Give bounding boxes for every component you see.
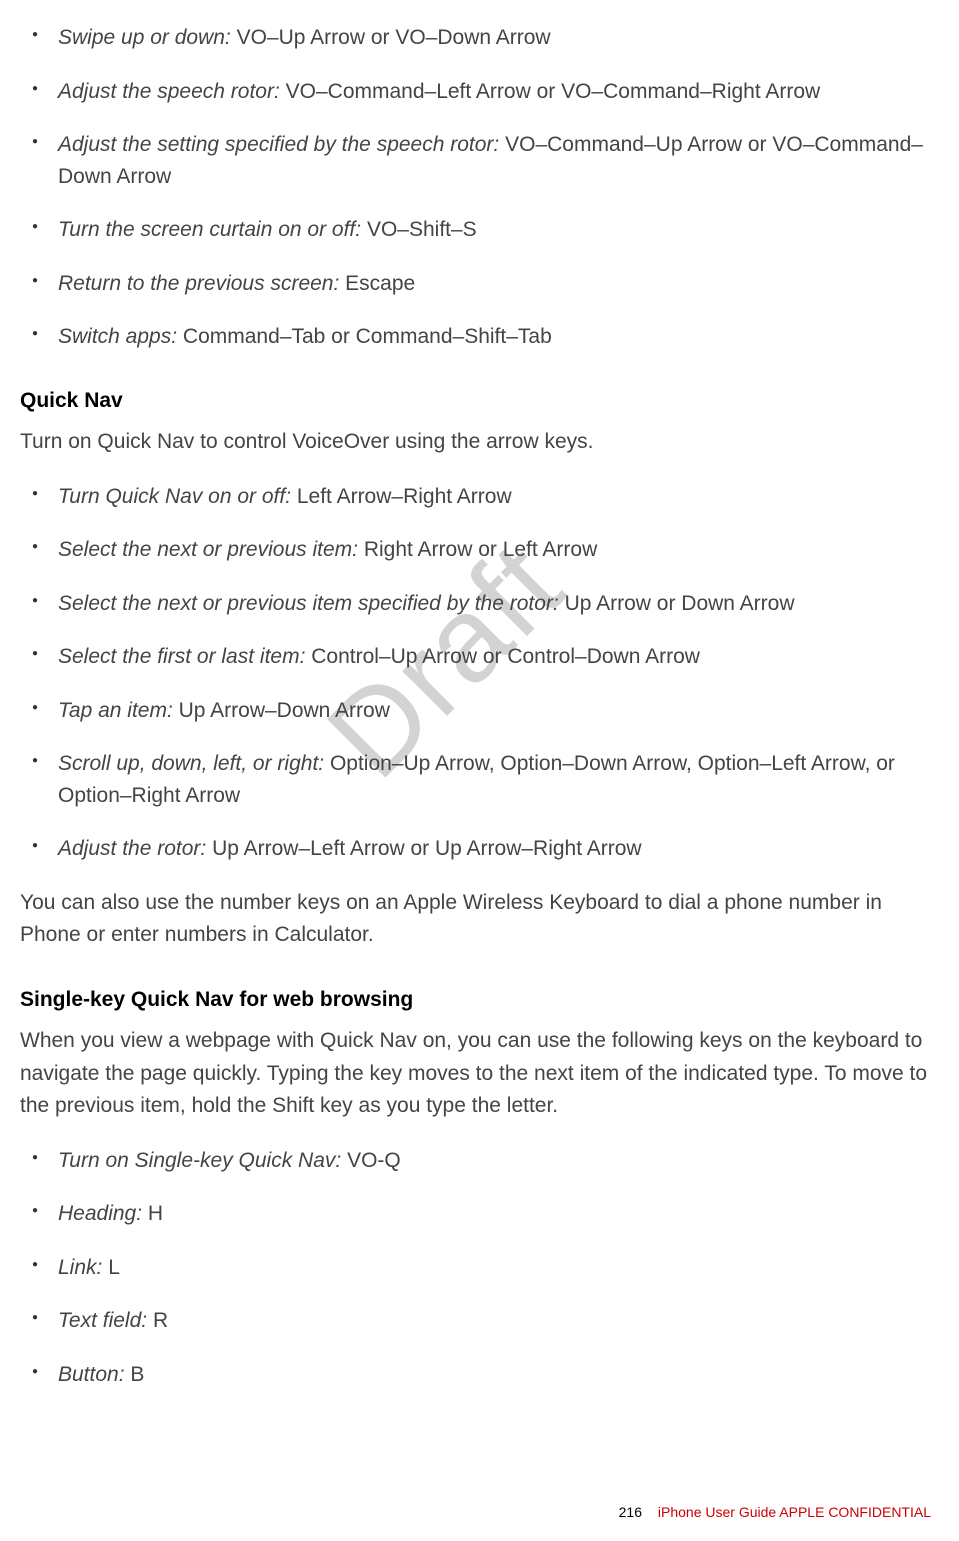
action-value: Left Arrow–Right Arrow [291,485,512,508]
action-label: Adjust the rotor: [58,837,206,860]
list-section-2: Turn on Single-key Quick Nav: VO-Q Headi… [20,1145,939,1391]
action-label: Turn on Single-key Quick Nav: [58,1149,341,1172]
action-value: L [102,1256,120,1279]
action-value: Control–Up Arrow or Control–Down Arrow [305,645,700,668]
action-value: VO–Shift–S [361,218,477,241]
action-label: Adjust the speech rotor: [58,80,280,103]
list-item: Adjust the speech rotor: VO–Command–Left… [58,76,939,108]
page-content: Swipe up or down: VO–Up Arrow or VO–Down… [20,0,939,1390]
action-label: Select the next or previous item specifi… [58,592,559,615]
action-label: Turn the screen curtain on or off: [58,218,361,241]
list-item: Turn on Single-key Quick Nav: VO-Q [58,1145,939,1177]
action-label: Swipe up or down: [58,26,231,49]
action-value: B [125,1363,145,1386]
action-value: VO–Up Arrow or VO–Down Arrow [231,26,551,49]
list-item: Select the next or previous item specifi… [58,588,939,620]
action-label: Turn Quick Nav on or off: [58,485,291,508]
list-item: Select the next or previous item: Right … [58,534,939,566]
action-value: Up Arrow–Left Arrow or Up Arrow–Right Ar… [206,837,641,860]
action-label: Link: [58,1256,102,1279]
list-item: Link: L [58,1252,939,1284]
action-label: Heading: [58,1202,142,1225]
list-item: Select the first or last item: Control–U… [58,641,939,673]
intro-single-key: When you view a webpage with Quick Nav o… [20,1025,939,1123]
list-item: Adjust the setting specified by the spee… [58,129,939,192]
action-label: Adjust the setting specified by the spee… [58,133,499,156]
action-label: Select the first or last item: [58,645,305,668]
action-value: Right Arrow or Left Arrow [358,538,597,561]
action-value: VO-Q [341,1149,401,1172]
list-item: Text field: R [58,1305,939,1337]
action-label: Tap an item: [58,699,173,722]
action-label: Button: [58,1363,125,1386]
list-item: Swipe up or down: VO–Up Arrow or VO–Down… [58,22,939,54]
outro-quick-nav: You can also use the number keys on an A… [20,887,939,952]
action-label: Return to the previous screen: [58,272,339,295]
action-value: VO–Command–Left Arrow or VO–Command–Righ… [280,80,820,103]
heading-single-key: Single-key Quick Nav for web browsing [20,984,939,1016]
action-value: Up Arrow–Down Arrow [173,699,390,722]
intro-quick-nav: Turn on Quick Nav to control VoiceOver u… [20,426,939,459]
list-item: Button: B [58,1359,939,1391]
action-label: Switch apps: [58,325,177,348]
list-section-0: Swipe up or down: VO–Up Arrow or VO–Down… [20,22,939,353]
list-section-1: Turn Quick Nav on or off: Left Arrow–Rig… [20,481,939,865]
heading-quick-nav: Quick Nav [20,385,939,417]
action-value: Up Arrow or Down Arrow [559,592,795,615]
action-label: Text field: [58,1309,147,1332]
list-item: Tap an item: Up Arrow–Down Arrow [58,695,939,727]
action-value: R [147,1309,168,1332]
list-item: Turn the screen curtain on or off: VO–Sh… [58,214,939,246]
page-number: 216 [619,1504,642,1520]
action-value: Command–Tab or Command–Shift–Tab [177,325,552,348]
list-item: Heading: H [58,1198,939,1230]
footer-text: iPhone User Guide APPLE CONFIDENTIAL [658,1504,931,1520]
list-item: Turn Quick Nav on or off: Left Arrow–Rig… [58,481,939,513]
action-label: Select the next or previous item: [58,538,358,561]
page-footer: 216 iPhone User Guide APPLE CONFIDENTIAL [619,1502,931,1523]
action-value: H [142,1202,163,1225]
list-item: Scroll up, down, left, or right: Option–… [58,748,939,811]
action-label: Scroll up, down, left, or right: [58,752,324,775]
list-item: Adjust the rotor: Up Arrow–Left Arrow or… [58,833,939,865]
list-item: Return to the previous screen: Escape [58,268,939,300]
action-value: Escape [339,272,415,295]
list-item: Switch apps: Command–Tab or Command–Shif… [58,321,939,353]
